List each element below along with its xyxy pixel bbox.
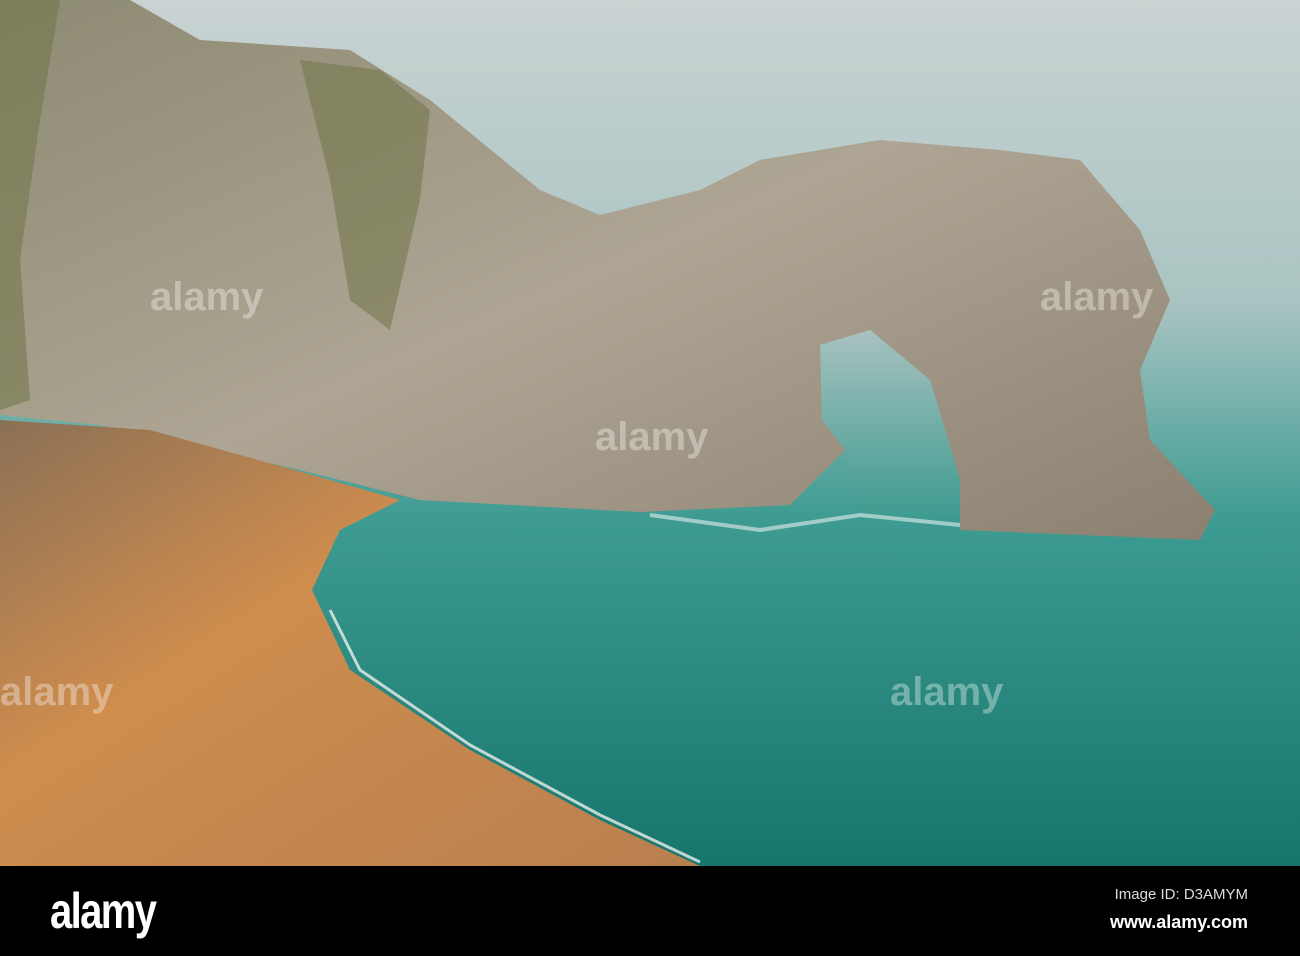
svg-text:alamy: alamy xyxy=(890,670,1004,714)
image-id: Image ID: D3AMYM xyxy=(1114,886,1248,903)
footer-bar: alamy Image ID: D3AMYM www.alamy.com xyxy=(0,866,1300,956)
alamy-logo: alamy xyxy=(50,883,157,939)
svg-text:alamy: alamy xyxy=(1040,275,1154,319)
photo-durdle-door: alamy alamy alamy alamy alamy xyxy=(0,0,1300,866)
image-frame: alamy alamy alamy alamy alamy alamy Image I… xyxy=(0,0,1300,956)
svg-text:alamy: alamy xyxy=(0,670,114,714)
svg-text:alamy: alamy xyxy=(595,415,709,459)
site-url: www.alamy.com xyxy=(1109,912,1248,932)
svg-text:alamy: alamy xyxy=(150,275,264,319)
